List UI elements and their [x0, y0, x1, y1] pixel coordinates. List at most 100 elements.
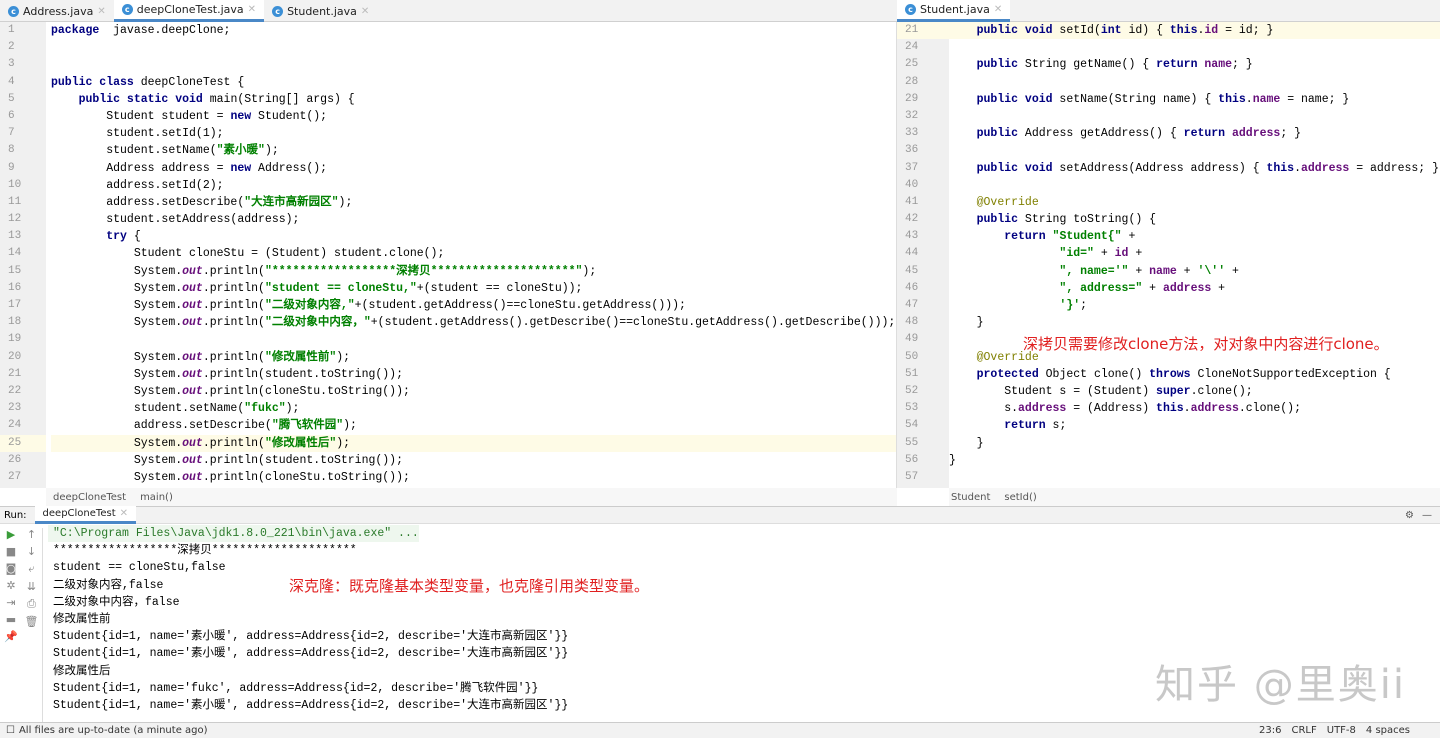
trash-icon[interactable]: 🗑 — [25, 615, 39, 628]
code-token: Address getAddress() { — [1018, 127, 1184, 141]
console-line: 二级对象中内容，false — [53, 595, 180, 609]
exit-icon[interactable]: ⇥ — [6, 596, 15, 609]
code-token: .println( — [202, 436, 265, 450]
watermark: 知乎 @里奥ii — [1155, 662, 1406, 708]
code-token: new — [230, 161, 252, 175]
layout-icon[interactable]: ▬ — [6, 613, 16, 626]
code-token: setId( — [1052, 24, 1101, 37]
gear-icon[interactable]: ⚙ — [1405, 510, 1422, 521]
code-token: main(String[] args) { — [202, 92, 355, 106]
code-line: System.out.println("******************深拷… — [51, 263, 896, 280]
file-encoding[interactable]: UTF-8 — [1327, 725, 1356, 736]
code-token: String toString() { — [1018, 213, 1157, 227]
line-number: 15 — [8, 264, 22, 277]
right-code-editor[interactable]: public void setId(int id) { this. id = id… — [949, 22, 1440, 488]
code-token: Student student = — [51, 109, 231, 123]
code-token: ); — [285, 402, 300, 416]
line-number: 3 — [8, 58, 15, 71]
close-icon[interactable]: ✕ — [97, 6, 105, 17]
code-token: public void — [976, 161, 1053, 175]
line-number: 24 — [905, 41, 919, 54]
soft-wrap-icon[interactable]: ⤶ — [28, 562, 34, 576]
camera-icon[interactable]: ◙ — [6, 562, 17, 575]
code-token: public class — [51, 75, 134, 89]
breadcrumb-class[interactable]: deepCloneTest — [53, 492, 126, 503]
arrow-up-icon[interactable]: ↑ — [27, 528, 36, 541]
pin-icon[interactable]: 📌 — [4, 630, 18, 643]
code-line: public static void main(String[] args) { — [51, 91, 896, 108]
code-token: ); — [336, 350, 351, 364]
code-token: System. — [51, 299, 183, 312]
code-line: package javase.deepClone; — [51, 22, 896, 39]
scroll-end-icon[interactable]: ⇊ — [27, 580, 36, 593]
code-line: System.out.println("修改属性前"); — [51, 349, 896, 366]
code-line: return s; — [949, 417, 1440, 434]
code-line: student.setName("素小暖"); — [51, 142, 896, 159]
code-token: .println(student.toString()); — [202, 453, 403, 467]
code-token: "腾飞软件园" — [271, 419, 344, 433]
editor-tab[interactable]: c deepCloneTest.java ✕ — [113, 0, 265, 22]
close-icon[interactable]: ✕ — [120, 508, 128, 519]
line-number: 18 — [8, 316, 22, 329]
code-token: "大连市高新园区" — [244, 195, 339, 209]
code-token: "二级对象内容," — [264, 299, 355, 312]
code-token: .println( — [202, 281, 265, 295]
run-toolbar-left: ▶ ■ ◙ ✲ ⇥ ▬ 📌 — [0, 528, 22, 643]
line-number: 10 — [8, 178, 22, 191]
left-code-editor[interactable]: package javase.deepClone; public class d… — [46, 22, 897, 488]
console-line: student == cloneStu,false — [53, 561, 226, 575]
code-token: setName(String name) { — [1052, 92, 1219, 106]
status-icon[interactable]: ☐ — [0, 725, 19, 736]
code-token: ); — [582, 264, 597, 278]
java-class-icon: c — [905, 4, 916, 15]
code-line: try { — [51, 228, 896, 245]
editor-tab[interactable]: c Address.java ✕ — [0, 0, 114, 22]
minimize-icon[interactable]: — — [1422, 510, 1440, 521]
code-line: student.setAddress(address); — [51, 211, 896, 228]
run-console[interactable]: "C:\Program Files\Java\jdk1.8.0_221\bin\… — [48, 525, 568, 714]
status-message: All files are up-to-date (a minute ago) — [18, 725, 208, 736]
code-token: @Override — [976, 195, 1039, 209]
line-number: 24 — [8, 419, 22, 432]
breadcrumb-class[interactable]: Student — [951, 492, 990, 503]
code-token: .println( — [202, 299, 265, 312]
line-number: 12 — [8, 213, 22, 226]
code-token: System. — [51, 367, 183, 381]
print-icon[interactable]: ⎙ — [27, 597, 36, 611]
close-icon[interactable]: ✕ — [248, 4, 256, 15]
debug-icon[interactable]: ✲ — [6, 579, 15, 592]
rerun-icon[interactable]: ▶ — [7, 528, 15, 541]
code-token: public — [976, 58, 1019, 72]
close-icon[interactable]: ✕ — [361, 6, 369, 17]
code-line: Student s = (Student) super.clone(); — [949, 383, 1440, 400]
run-tab[interactable]: deepCloneTest ✕ — [34, 506, 136, 524]
stop-icon[interactable]: ■ — [6, 545, 16, 558]
code-token: address — [1018, 402, 1067, 416]
breadcrumb-method[interactable]: setId() — [1004, 492, 1036, 503]
line-number: 53 — [905, 402, 919, 415]
cursor-position[interactable]: 23:6 — [1259, 725, 1281, 736]
code-token: .println(student.toString()); — [202, 367, 403, 381]
code-token: . — [1294, 161, 1301, 175]
close-icon[interactable]: ✕ — [994, 4, 1002, 15]
code-token: Student(); — [251, 109, 328, 123]
code-line: return "Student{" + — [949, 228, 1440, 245]
editor-tab[interactable]: c Student.java ✕ — [897, 0, 1011, 22]
line-number: 13 — [8, 230, 22, 243]
code-token: "Student{" — [1052, 230, 1122, 244]
line-number: 43 — [905, 230, 919, 243]
editor-tab[interactable]: c Student.java ✕ — [264, 0, 377, 22]
line-separator[interactable]: CRLF — [1291, 725, 1316, 736]
indent-setting[interactable]: 4 spaces — [1366, 725, 1410, 736]
arrow-down-icon[interactable]: ↓ — [27, 545, 36, 558]
tab-label: deepCloneTest.java — [136, 3, 244, 16]
code-token: student.setName( — [51, 402, 245, 416]
code-token: student.setAddress(address); — [51, 213, 300, 227]
code-token: address — [1232, 127, 1281, 141]
code-token: public void — [976, 92, 1053, 106]
breadcrumb-method[interactable]: main() — [140, 492, 173, 503]
